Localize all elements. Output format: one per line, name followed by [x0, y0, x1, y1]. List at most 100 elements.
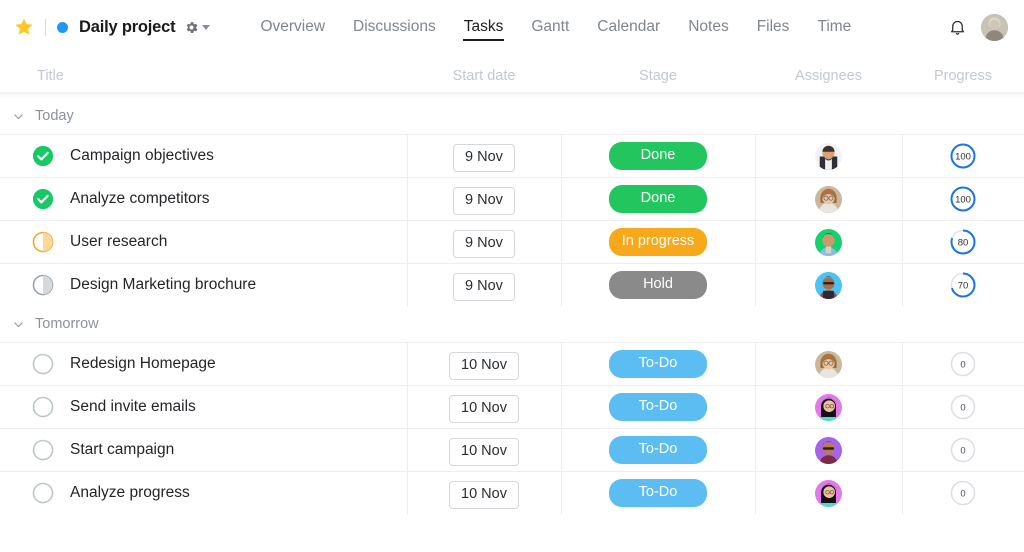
task-assignees-cell [755, 264, 902, 306]
task-status-toggle-icon[interactable] [32, 145, 54, 167]
project-title: Daily project [79, 18, 175, 37]
table-row[interactable]: Send invite emails 10 Nov To-Do 0 [0, 385, 1024, 428]
start-date-chip[interactable]: 9 Nov [453, 273, 515, 301]
table-row[interactable]: Campaign objectives9 NovDone100 [0, 134, 1024, 177]
task-stage-cell: In progress [561, 221, 755, 263]
start-date-chip[interactable]: 9 Nov [453, 144, 515, 172]
stage-badge[interactable]: Done [609, 142, 707, 170]
assignee-avatar[interactable] [815, 186, 842, 213]
progress-ring[interactable]: 100 [949, 142, 977, 170]
table-row[interactable]: Design Marketing brochure9 NovHold70 [0, 263, 1024, 306]
column-header-start-date: Start date [407, 68, 561, 84]
task-group-header[interactable]: Tomorrow [0, 306, 1024, 342]
tab-label: Time [817, 18, 851, 36]
svg-text:0: 0 [960, 359, 965, 370]
start-date-chip[interactable]: 10 Nov [449, 395, 519, 423]
task-name: Analyze progress [70, 484, 190, 502]
tab-time[interactable]: Time [803, 0, 865, 54]
tab-calendar[interactable]: Calendar [583, 0, 674, 54]
table-row[interactable]: Analyze progress 10 Nov To-Do 0 [0, 471, 1024, 514]
task-group-header[interactable]: Today [0, 98, 1024, 134]
column-header-progress: Progress [902, 68, 1024, 84]
project-tasks-app: Daily project Overview Discussions Tasks… [0, 0, 1024, 552]
task-progress-cell: 0 [902, 472, 1024, 514]
tab-gantt[interactable]: Gantt [517, 0, 583, 54]
assignee-avatar[interactable] [815, 229, 842, 256]
stage-badge[interactable]: To-Do [609, 479, 707, 507]
tab-label: Discussions [353, 18, 436, 36]
table-row[interactable]: Redesign Homepage10 NovTo-Do0 [0, 342, 1024, 385]
task-progress-cell: 0 [902, 429, 1024, 471]
assignee-avatar[interactable] [815, 272, 842, 299]
stage-badge[interactable]: In progress [609, 228, 707, 256]
table-row[interactable]: User research 9 Nov In progress 80 [0, 220, 1024, 263]
tasks-table-body: TodayCampaign objectives9 NovDone100Anal… [0, 98, 1024, 552]
start-date-chip[interactable]: 10 Nov [449, 481, 519, 509]
task-status-toggle-icon[interactable] [32, 188, 54, 210]
task-stage-cell: To-Do [561, 429, 755, 471]
task-start-date-cell: 9 Nov [407, 135, 561, 177]
tab-notes[interactable]: Notes [674, 0, 743, 54]
assignee-avatar[interactable] [815, 394, 842, 421]
task-start-date-cell: 9 Nov [407, 264, 561, 306]
assignee-avatar[interactable] [815, 480, 842, 507]
task-status-toggle-icon[interactable] [32, 353, 54, 375]
task-title-cell: Send invite emails [0, 386, 407, 428]
progress-ring[interactable]: 0 [949, 436, 977, 464]
tab-discussions[interactable]: Discussions [339, 0, 450, 54]
stage-badge[interactable]: Done [609, 185, 707, 213]
task-name: Analyze competitors [70, 190, 210, 208]
table-row[interactable]: Start campaign 10 Nov To-Do 0 [0, 428, 1024, 471]
column-header-title: Title [0, 68, 407, 84]
task-assignees-cell [755, 135, 902, 177]
star-icon[interactable] [14, 17, 34, 37]
start-date-chip[interactable]: 10 Nov [449, 438, 519, 466]
project-settings-menu[interactable] [184, 20, 210, 35]
task-status-toggle-icon[interactable] [32, 231, 54, 253]
tab-label: Overview [260, 18, 325, 36]
task-status-toggle-icon[interactable] [32, 274, 54, 296]
stage-badge[interactable]: To-Do [609, 350, 707, 378]
task-progress-cell: 0 [902, 386, 1024, 428]
task-stage-cell: Done [561, 178, 755, 220]
task-status-toggle-icon[interactable] [32, 396, 54, 418]
task-stage-cell: Hold [561, 264, 755, 306]
task-title-cell: User research [0, 221, 407, 263]
assignee-avatar[interactable] [815, 437, 842, 464]
svg-text:0: 0 [960, 488, 965, 499]
start-date-chip[interactable]: 9 Nov [453, 187, 515, 215]
progress-ring[interactable]: 70 [949, 271, 977, 299]
header-right [948, 14, 1008, 41]
progress-ring[interactable]: 0 [949, 350, 977, 378]
main-navigation-tabs: Overview Discussions Tasks Gantt Calenda… [246, 0, 865, 54]
stage-badge[interactable]: Hold [609, 271, 707, 299]
tab-tasks[interactable]: Tasks [450, 0, 518, 54]
progress-ring[interactable]: 0 [949, 393, 977, 421]
stage-badge[interactable]: To-Do [609, 436, 707, 464]
task-stage-cell: To-Do [561, 343, 755, 385]
start-date-chip[interactable]: 10 Nov [449, 352, 519, 380]
task-group-label: Tomorrow [35, 316, 99, 332]
task-status-toggle-icon[interactable] [32, 482, 54, 504]
assignee-avatar[interactable] [815, 143, 842, 170]
user-avatar[interactable] [981, 14, 1008, 41]
app-header: Daily project Overview Discussions Tasks… [0, 0, 1024, 54]
start-date-chip[interactable]: 9 Nov [453, 230, 515, 258]
stage-badge[interactable]: To-Do [609, 393, 707, 421]
progress-ring[interactable]: 0 [949, 479, 977, 507]
chevron-down-icon [202, 25, 210, 30]
tab-label: Notes [688, 18, 729, 36]
task-name: Start campaign [70, 441, 174, 459]
bell-icon[interactable] [948, 17, 967, 37]
table-row[interactable]: Analyze competitors 9 Nov Done 100 [0, 177, 1024, 220]
progress-ring[interactable]: 100 [949, 185, 977, 213]
task-name: Send invite emails [70, 398, 196, 416]
tab-overview[interactable]: Overview [246, 0, 339, 54]
progress-ring[interactable]: 80 [949, 228, 977, 256]
task-status-toggle-icon[interactable] [32, 439, 54, 461]
task-title-cell: Analyze competitors [0, 178, 407, 220]
tab-files[interactable]: Files [743, 0, 804, 54]
assignee-avatar[interactable] [815, 351, 842, 378]
task-progress-cell: 100 [902, 178, 1024, 220]
task-assignees-cell [755, 429, 902, 471]
